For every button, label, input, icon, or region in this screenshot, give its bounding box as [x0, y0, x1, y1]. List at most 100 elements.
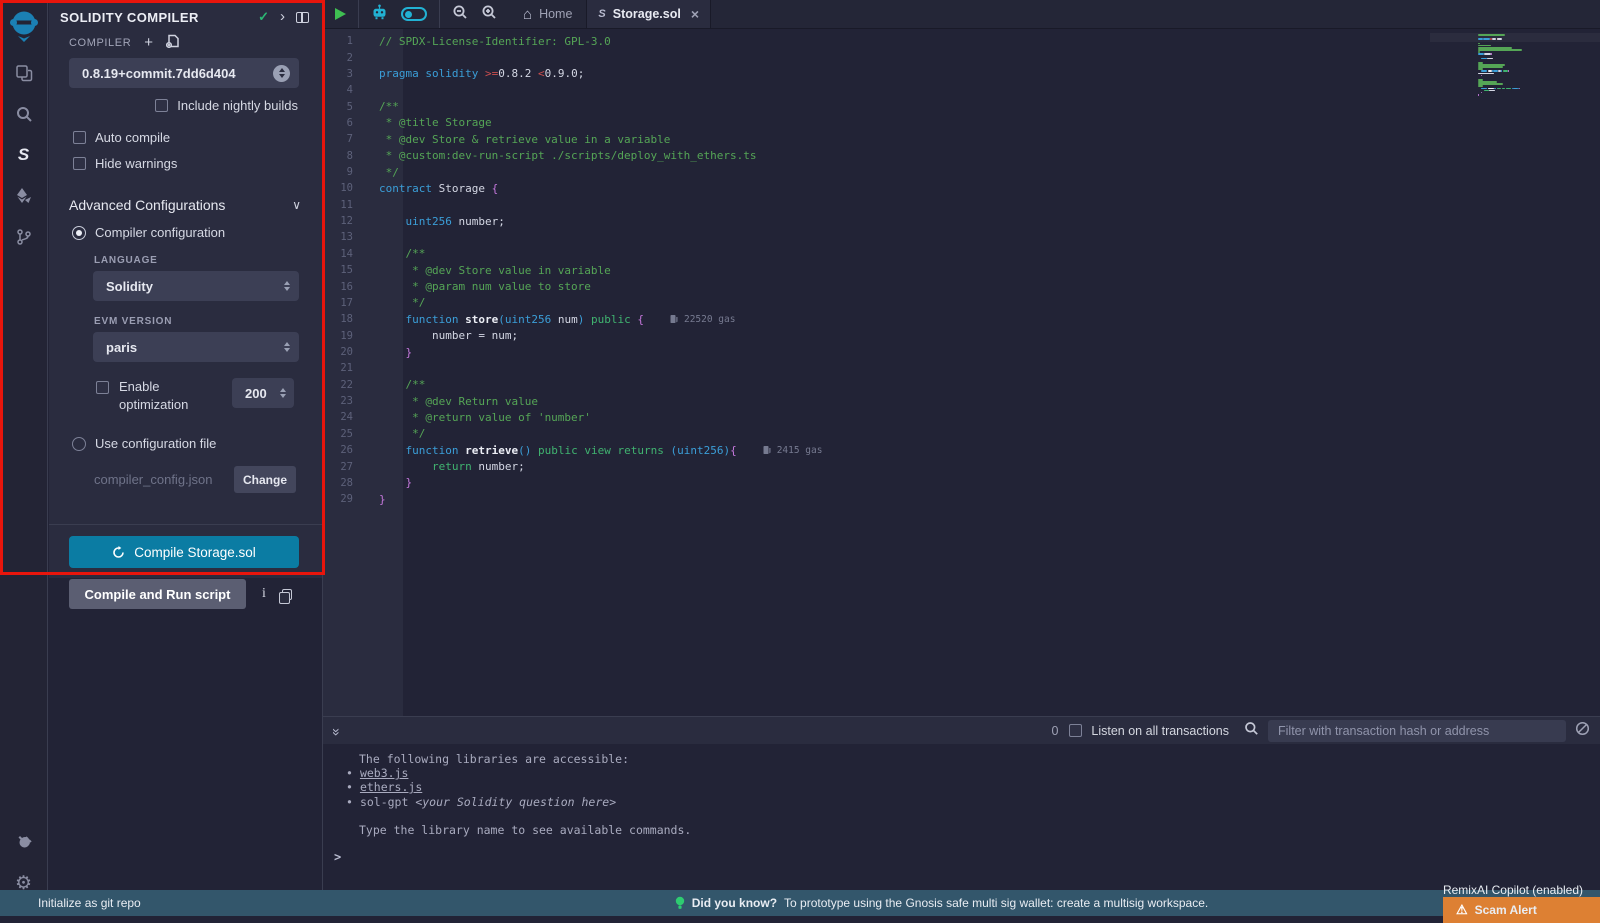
- transaction-filter-input[interactable]: [1268, 720, 1566, 742]
- code-line[interactable]: 3pragma solidity >=0.8.2 <0.9.0;: [323, 66, 1600, 82]
- use-configuration-file-radio[interactable]: [72, 437, 86, 451]
- code-line[interactable]: 1// SPDX-License-Identifier: GPL-3.0: [323, 33, 1600, 49]
- close-tab-icon[interactable]: ×: [691, 6, 699, 22]
- code-line[interactable]: 4: [323, 82, 1600, 98]
- run-script-icon[interactable]: [335, 8, 346, 20]
- plugin-manager-icon[interactable]: [0, 822, 48, 863]
- copy-icon[interactable]: [282, 589, 292, 600]
- enable-optimization-checkbox[interactable]: [96, 381, 109, 394]
- git-init-status[interactable]: Initialize as git repo: [0, 896, 440, 910]
- hide-warnings-checkbox[interactable]: [73, 157, 86, 170]
- code-editor[interactable]: 1// SPDX-License-Identifier: GPL-3.023pr…: [323, 29, 1600, 716]
- code-line[interactable]: 21: [323, 360, 1600, 376]
- code-line[interactable]: 5/**: [323, 98, 1600, 114]
- minimap[interactable]: [1478, 34, 1534, 96]
- code-line[interactable]: 14 /**: [323, 246, 1600, 262]
- config-file-name: compiler_config.json: [94, 472, 213, 487]
- code-line[interactable]: 15 * @dev Store value in variable: [323, 262, 1600, 278]
- line-number: 26: [323, 444, 377, 456]
- hide-warnings-checkbox-row[interactable]: Hide warnings: [73, 156, 322, 171]
- code-line[interactable]: 25 */: [323, 426, 1600, 442]
- code-line[interactable]: 8 * @custom:dev-run-script ./scripts/dep…: [323, 148, 1600, 164]
- use-configuration-file-label: Use configuration file: [95, 436, 216, 451]
- zoom-out-icon[interactable]: [452, 4, 468, 25]
- line-number: 19: [323, 330, 377, 342]
- line-number: 9: [323, 166, 377, 178]
- evm-version-select[interactable]: paris: [93, 332, 299, 362]
- refresh-icon: [112, 546, 125, 559]
- line-number: 17: [323, 297, 377, 309]
- include-nightly-checkbox-row[interactable]: Include nightly builds: [49, 98, 298, 113]
- code-line[interactable]: 26 function retrieve() public view retur…: [323, 442, 1600, 458]
- terminal-output[interactable]: The following libraries are accessible: …: [323, 744, 1600, 890]
- open-file-icon[interactable]: [166, 34, 179, 51]
- solidity-compiler-icon[interactable]: S: [0, 134, 48, 175]
- deploy-and-run-icon[interactable]: [0, 175, 48, 216]
- split-view-icon[interactable]: [296, 12, 309, 23]
- code-line[interactable]: 16 * @param num value to store: [323, 278, 1600, 294]
- code-line[interactable]: 17 */: [323, 295, 1600, 311]
- web3-link[interactable]: web3.js: [360, 766, 408, 780]
- bullet: •: [346, 766, 353, 780]
- tip-text: To prototype using the Gnosis safe multi…: [784, 896, 1208, 910]
- code-line[interactable]: 10contract Storage {: [323, 180, 1600, 196]
- line-number: 16: [323, 281, 377, 293]
- bullet: •: [346, 795, 353, 809]
- code-line[interactable]: 18 function store(uint256 num) public {2…: [323, 311, 1600, 327]
- code-line[interactable]: 29}: [323, 491, 1600, 507]
- auto-compile-checkbox-row[interactable]: Auto compile: [73, 130, 322, 145]
- use-configuration-file-radio-row[interactable]: Use configuration file: [72, 436, 322, 451]
- code-line[interactable]: 19 number = num;: [323, 327, 1600, 343]
- code-line[interactable]: 12 uint256 number;: [323, 213, 1600, 229]
- code-line[interactable]: 6 * @title Storage: [323, 115, 1600, 131]
- ai-copilot-robot-icon[interactable]: [371, 4, 388, 25]
- terminal-prompt[interactable]: >: [334, 850, 341, 864]
- code-line[interactable]: 28 }: [323, 475, 1600, 491]
- optimization-runs-input[interactable]: 200: [232, 378, 294, 408]
- ai-copilot-toggle[interactable]: [401, 7, 427, 21]
- clear-terminal-icon[interactable]: [1575, 721, 1590, 741]
- code-line[interactable]: 11: [323, 197, 1600, 213]
- chevron-right-icon[interactable]: ›: [280, 12, 285, 22]
- compiler-version-select[interactable]: 0.8.19+commit.7dd6d404: [69, 58, 299, 88]
- code-line[interactable]: 2: [323, 49, 1600, 65]
- file-explorer-icon[interactable]: [0, 52, 48, 93]
- auto-compile-checkbox[interactable]: [73, 131, 86, 144]
- language-value: Solidity: [106, 279, 284, 294]
- compiler-configuration-radio[interactable]: [72, 226, 86, 240]
- info-icon[interactable]: i: [262, 586, 266, 602]
- code-lines: 1// SPDX-License-Identifier: GPL-3.023pr…: [323, 33, 1600, 507]
- ethers-link[interactable]: ethers.js: [360, 780, 422, 794]
- expand-terminal-icon[interactable]: »: [329, 728, 345, 734]
- line-number: 1: [323, 35, 377, 47]
- advanced-configurations-header[interactable]: Advanced Configurations ∨: [69, 197, 301, 213]
- code-line[interactable]: 22 /**: [323, 377, 1600, 393]
- include-nightly-checkbox[interactable]: [155, 99, 168, 112]
- search-icon[interactable]: [0, 93, 48, 134]
- code-line[interactable]: 27 return number;: [323, 458, 1600, 474]
- code-line[interactable]: 7 * @dev Store & retrieve value in a var…: [323, 131, 1600, 147]
- tab-storage-sol[interactable]: S Storage.sol ×: [586, 0, 711, 28]
- terminal-search-icon[interactable]: [1244, 721, 1259, 741]
- change-config-button[interactable]: Change: [234, 466, 296, 493]
- compile-and-run-button[interactable]: Compile and Run script: [69, 579, 246, 609]
- listen-transactions-checkbox[interactable]: [1069, 724, 1082, 737]
- code-line[interactable]: 9 */: [323, 164, 1600, 180]
- copilot-status[interactable]: RemixAI Copilot (enabled): [1443, 883, 1583, 897]
- solidity-compiler-panel: SOLIDITY COMPILER ✓ › COMPILER + 0.8.19+…: [49, 0, 322, 578]
- compiler-configuration-radio-row[interactable]: Compiler configuration: [72, 225, 322, 240]
- tab-home[interactable]: ⌂ Home: [509, 0, 586, 28]
- language-select[interactable]: Solidity: [93, 271, 299, 301]
- remix-logo[interactable]: [0, 0, 48, 52]
- code-line[interactable]: 13: [323, 229, 1600, 245]
- code-line[interactable]: 23 * @dev Return value: [323, 393, 1600, 409]
- add-compiler-icon[interactable]: +: [144, 37, 153, 49]
- compile-button[interactable]: Compile Storage.sol: [69, 536, 299, 568]
- scam-alert-badge[interactable]: ⚠ Scam Alert: [1443, 897, 1600, 923]
- code-line[interactable]: 24 * @return value of 'number': [323, 409, 1600, 425]
- zoom-in-icon[interactable]: [481, 4, 497, 25]
- code-line[interactable]: 20 }: [323, 344, 1600, 360]
- gas-pump-icon: [670, 314, 679, 324]
- line-number: 21: [323, 362, 377, 374]
- git-icon[interactable]: [0, 216, 48, 257]
